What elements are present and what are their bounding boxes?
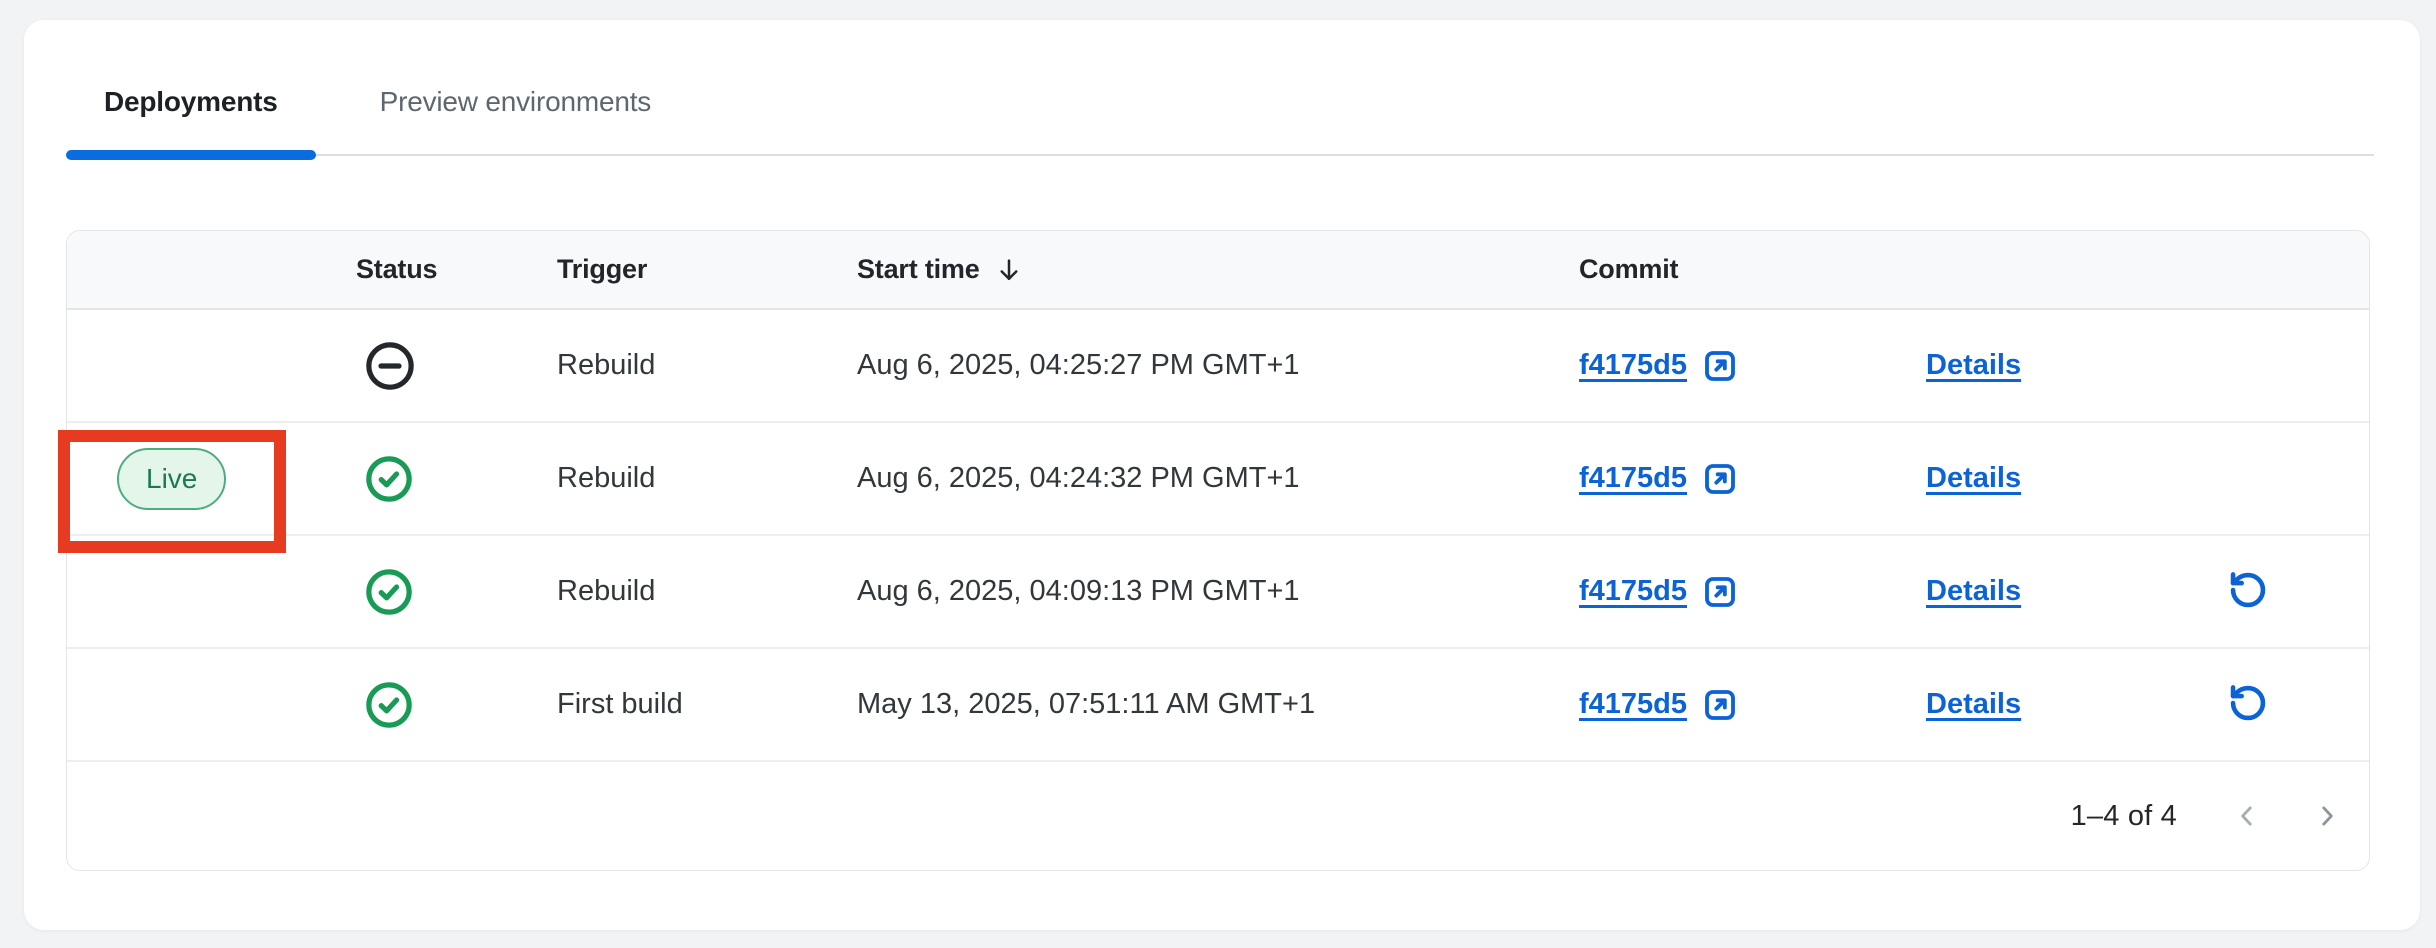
deployment-row: First build May 13, 2025, 07:51:11 AM GM… bbox=[67, 648, 2370, 761]
pagination-bar: 1–4 of 4 bbox=[67, 762, 2369, 870]
actions-cell bbox=[2157, 648, 2370, 761]
deployments-card: Deployments Preview environments Status … bbox=[24, 20, 2420, 930]
external-link-icon bbox=[1700, 685, 1740, 725]
pagination-range-label: 1–4 of 4 bbox=[2071, 800, 2177, 833]
table-header-details bbox=[1902, 231, 2157, 309]
deployment-row: Live Rebuild Aug 6, 2025, 04:24:32 PM GM… bbox=[67, 422, 2370, 535]
table-header-badge bbox=[67, 231, 332, 309]
check-circle-icon bbox=[363, 566, 415, 618]
actions-cell bbox=[2157, 422, 2370, 535]
commit-sha: f4175d5 bbox=[1579, 349, 1687, 382]
start-time-cell: Aug 6, 2025, 04:09:13 PM GMT+1 bbox=[833, 535, 1555, 648]
commit-cell: f4175d5 bbox=[1555, 535, 1902, 648]
start-time-label: Start time bbox=[857, 254, 980, 285]
badge-cell bbox=[67, 648, 332, 761]
tab-preview-environments[interactable]: Preview environments bbox=[342, 86, 689, 154]
commit-cell: f4175d5 bbox=[1555, 648, 1902, 761]
status-cell bbox=[332, 309, 533, 422]
status-cell bbox=[332, 422, 533, 535]
badge-cell bbox=[67, 309, 332, 422]
details-link[interactable]: Details bbox=[1926, 688, 2021, 720]
retry-icon bbox=[2225, 680, 2271, 726]
details-link[interactable]: Details bbox=[1926, 575, 2021, 607]
retry-deployment-button[interactable] bbox=[2221, 563, 2275, 617]
commit-sha: f4175d5 bbox=[1579, 575, 1687, 608]
table-header-start-time[interactable]: Start time bbox=[833, 231, 1555, 309]
trigger-cell: Rebuild bbox=[533, 535, 833, 648]
deployment-row: Rebuild Aug 6, 2025, 04:25:27 PM GMT+1 f… bbox=[67, 309, 2370, 422]
check-circle-icon bbox=[363, 679, 415, 731]
details-cell: Details bbox=[1902, 422, 2157, 535]
chevron-left-icon bbox=[2234, 803, 2260, 829]
deployment-row: Rebuild Aug 6, 2025, 04:09:13 PM GMT+1 f… bbox=[67, 535, 2370, 648]
table-header-commit: Commit bbox=[1555, 231, 1902, 309]
retry-deployment-button[interactable] bbox=[2221, 676, 2275, 730]
deployments-table: Status Trigger Start time bbox=[67, 231, 2370, 762]
table-header-trigger: Trigger bbox=[533, 231, 833, 309]
external-link-icon bbox=[1700, 572, 1740, 612]
details-cell: Details bbox=[1902, 535, 2157, 648]
commit-sha: f4175d5 bbox=[1579, 462, 1687, 495]
start-time-cell: Aug 6, 2025, 04:25:27 PM GMT+1 bbox=[833, 309, 1555, 422]
table-header-status: Status bbox=[332, 231, 533, 309]
deployments-table-container: Status Trigger Start time bbox=[66, 230, 2370, 871]
details-link[interactable]: Details bbox=[1926, 462, 2021, 494]
check-circle-icon bbox=[363, 453, 415, 505]
chevron-right-icon bbox=[2314, 803, 2340, 829]
commit-cell: f4175d5 bbox=[1555, 309, 1902, 422]
badge-cell: Live bbox=[67, 422, 332, 535]
external-link-icon bbox=[1700, 346, 1740, 386]
external-link-icon bbox=[1700, 459, 1740, 499]
sort-descending-arrow-down-icon bbox=[994, 255, 1024, 285]
pagination-previous-button[interactable] bbox=[2221, 790, 2273, 842]
commit-link[interactable]: f4175d5 bbox=[1579, 346, 1740, 386]
table-header-actions bbox=[2157, 231, 2370, 309]
trigger-cell: Rebuild bbox=[533, 309, 833, 422]
status-cell bbox=[332, 535, 533, 648]
status-cell bbox=[332, 648, 533, 761]
start-time-cell: Aug 6, 2025, 04:24:32 PM GMT+1 bbox=[833, 422, 1555, 535]
commit-link[interactable]: f4175d5 bbox=[1579, 685, 1740, 725]
actions-cell bbox=[2157, 535, 2370, 648]
trigger-cell: Rebuild bbox=[533, 422, 833, 535]
tab-bar: Deployments Preview environments bbox=[66, 20, 2374, 156]
commit-sha: f4175d5 bbox=[1579, 688, 1687, 721]
tab-deployments[interactable]: Deployments bbox=[66, 86, 316, 154]
commit-link[interactable]: f4175d5 bbox=[1579, 572, 1740, 612]
details-cell: Details bbox=[1902, 309, 2157, 422]
live-status-badge: Live bbox=[117, 448, 226, 510]
start-time-cell: May 13, 2025, 07:51:11 AM GMT+1 bbox=[833, 648, 1555, 761]
trigger-cell: First build bbox=[533, 648, 833, 761]
pagination-next-button[interactable] bbox=[2301, 790, 2353, 842]
details-cell: Details bbox=[1902, 648, 2157, 761]
table-header-row: Status Trigger Start time bbox=[67, 231, 2370, 309]
commit-link[interactable]: f4175d5 bbox=[1579, 459, 1740, 499]
badge-cell bbox=[67, 535, 332, 648]
actions-cell bbox=[2157, 309, 2370, 422]
commit-cell: f4175d5 bbox=[1555, 422, 1902, 535]
minus-circle-icon bbox=[363, 339, 417, 393]
retry-icon bbox=[2225, 567, 2271, 613]
details-link[interactable]: Details bbox=[1926, 349, 2021, 381]
